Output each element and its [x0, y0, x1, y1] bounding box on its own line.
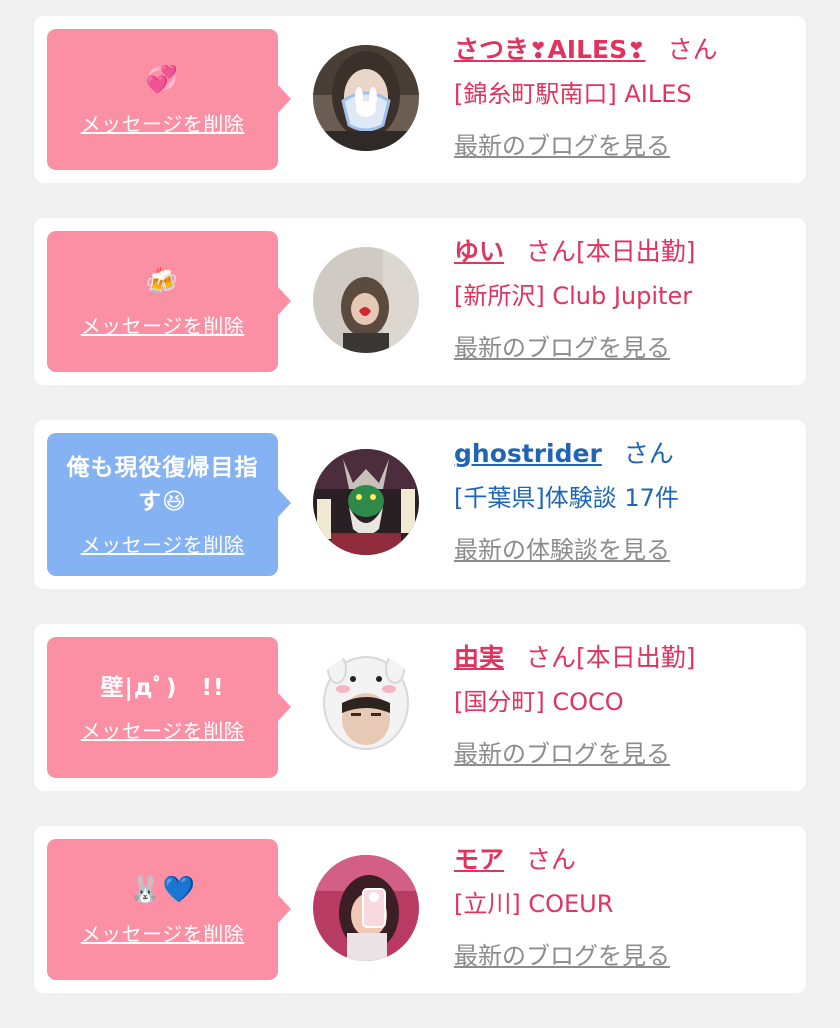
user-name-link[interactable]: さつき❣AILES❣: [454, 35, 646, 64]
message-list: 💞 メッセージを削除 さつき❣AILES❣ さん [錦糸町駅南口] AILES: [34, 16, 806, 1028]
list-item: 🐰💙 メッセージを削除 モア さん [立川] COEUR 最新のブログを見る: [34, 826, 806, 993]
delete-message-link[interactable]: メッセージを削除: [81, 529, 245, 558]
user-name-link[interactable]: モア: [454, 845, 504, 874]
user-name-link[interactable]: 由実: [454, 643, 504, 672]
message-bubble: 壁|дﾟ) !! メッセージを削除: [47, 637, 291, 778]
avatar[interactable]: [313, 449, 419, 555]
latest-blog-link[interactable]: 最新のブログを見る: [454, 936, 796, 976]
avatar[interactable]: [313, 45, 419, 151]
attendance-status: [本日出勤]: [576, 237, 696, 266]
user-name-link[interactable]: ghostrider: [454, 439, 602, 468]
honorific: さん: [526, 237, 577, 266]
heart-icon: ❣: [529, 39, 548, 64]
message-bubble: 🍻 メッセージを削除: [47, 231, 291, 372]
list-item: 俺も現役復帰目指す😆 メッセージを削除 ghostrider さん [千葉県]体…: [34, 420, 806, 589]
latest-blog-link[interactable]: 最新のブログを見る: [454, 126, 796, 166]
message-text: 俺も現役復帰目指す😆: [66, 455, 259, 515]
delete-message-link[interactable]: メッセージを削除: [81, 310, 245, 339]
delete-message-link[interactable]: メッセージを削除: [81, 715, 245, 744]
latest-review-link[interactable]: 最新の体験談を見る: [454, 530, 796, 570]
delete-message-link[interactable]: メッセージを削除: [81, 108, 245, 137]
message-text: 壁|дﾟ) !!: [100, 675, 225, 701]
list-item: 壁|дﾟ) !! メッセージを削除 由実 さん[本日出勤] [国分町] COCO…: [34, 624, 806, 791]
message-text: 🐰💙: [129, 875, 196, 905]
avatar[interactable]: [313, 247, 419, 353]
avatar[interactable]: [313, 855, 419, 961]
shop-info: [新所沢] Club Jupiter: [454, 282, 693, 310]
avatar[interactable]: [313, 653, 419, 759]
honorific: さん: [526, 643, 577, 672]
honorific: さん: [526, 845, 577, 874]
message-bubble: 🐰💙 メッセージを削除: [47, 839, 291, 980]
heart-icon: ❣: [627, 39, 646, 64]
attendance-status: [本日出勤]: [576, 643, 696, 672]
shop-info: [錦糸町駅南口] AILES: [454, 80, 692, 108]
honorific: さん: [667, 35, 718, 64]
shop-info: [国分町] COCO: [454, 688, 624, 716]
honorific: さん: [623, 439, 674, 468]
message-text: 🍻: [145, 267, 180, 297]
review-count-info: [千葉県]体験談 17件: [454, 484, 679, 512]
latest-blog-link[interactable]: 最新のブログを見る: [454, 328, 796, 368]
message-bubble: 💞 メッセージを削除: [47, 29, 291, 170]
list-item: 💞 メッセージを削除 さつき❣AILES❣ さん [錦糸町駅南口] AILES: [34, 16, 806, 183]
message-bubble: 俺も現役復帰目指す😆 メッセージを削除: [47, 433, 291, 576]
delete-message-link[interactable]: メッセージを削除: [81, 918, 245, 947]
message-text: 💞: [145, 65, 180, 95]
user-name-link[interactable]: ゆい: [454, 237, 504, 266]
latest-blog-link[interactable]: 最新のブログを見る: [454, 734, 796, 774]
list-item: 🍻 メッセージを削除 ゆい さん[本日出勤] [新所沢] Club Jupiter…: [34, 218, 806, 385]
shop-info: [立川] COEUR: [454, 890, 614, 918]
